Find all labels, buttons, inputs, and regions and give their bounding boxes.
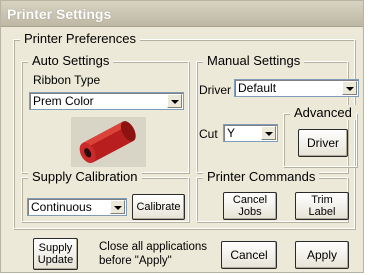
apply-button[interactable]: Apply <box>295 241 349 269</box>
ribbon-type-value: Prem Color <box>33 94 94 108</box>
calibration-mode-value: Continuous <box>31 200 92 214</box>
cancel-jobs-button[interactable]: Cancel Jobs <box>223 192 277 220</box>
apply-note: Close all applications before "Apply" <box>99 240 207 268</box>
ribbon-roll-icon <box>71 117 146 167</box>
cut-select[interactable]: Y <box>223 124 278 142</box>
supply-update-button[interactable]: Supply Update <box>33 238 78 270</box>
driver-value: Default <box>238 81 277 95</box>
auto-settings-legend: Auto Settings <box>28 53 114 68</box>
calibrate-button[interactable]: Calibrate <box>132 194 185 220</box>
ribbon-type-select[interactable]: Prem Color <box>29 92 184 110</box>
cut-label: Cut <box>199 127 218 141</box>
chevron-down-icon[interactable] <box>167 94 182 108</box>
apply-note-line2: before "Apply" <box>99 255 172 267</box>
cut-value: Y <box>227 126 236 140</box>
title-bar: Printer Settings <box>1 1 363 27</box>
printer-settings-window: Printer Settings Printer Preferences Aut… <box>0 0 364 273</box>
driver-select[interactable]: Default <box>234 79 359 97</box>
manual-settings-legend: Manual Settings <box>203 53 305 68</box>
driver-label: Driver <box>199 83 231 97</box>
chevron-down-icon[interactable] <box>110 200 125 214</box>
supply-calibration-legend: Supply Calibration <box>28 169 142 184</box>
ribbon-type-label: Ribbon Type <box>33 73 101 87</box>
advanced-driver-button[interactable]: Driver <box>298 129 348 157</box>
chevron-down-icon[interactable] <box>342 81 357 95</box>
chevron-down-icon[interactable] <box>261 126 276 140</box>
cancel-button[interactable]: Cancel <box>221 241 277 269</box>
printer-preferences-legend: Printer Preferences <box>20 31 140 46</box>
apply-note-line1: Close all applications <box>99 241 208 253</box>
window-title: Printer Settings <box>7 6 112 22</box>
advanced-legend: Advanced <box>290 105 356 120</box>
calibration-mode-select[interactable]: Continuous <box>27 198 127 216</box>
trim-label-button[interactable]: Trim Label <box>295 192 349 220</box>
printer-commands-legend: Printer Commands <box>203 169 320 184</box>
